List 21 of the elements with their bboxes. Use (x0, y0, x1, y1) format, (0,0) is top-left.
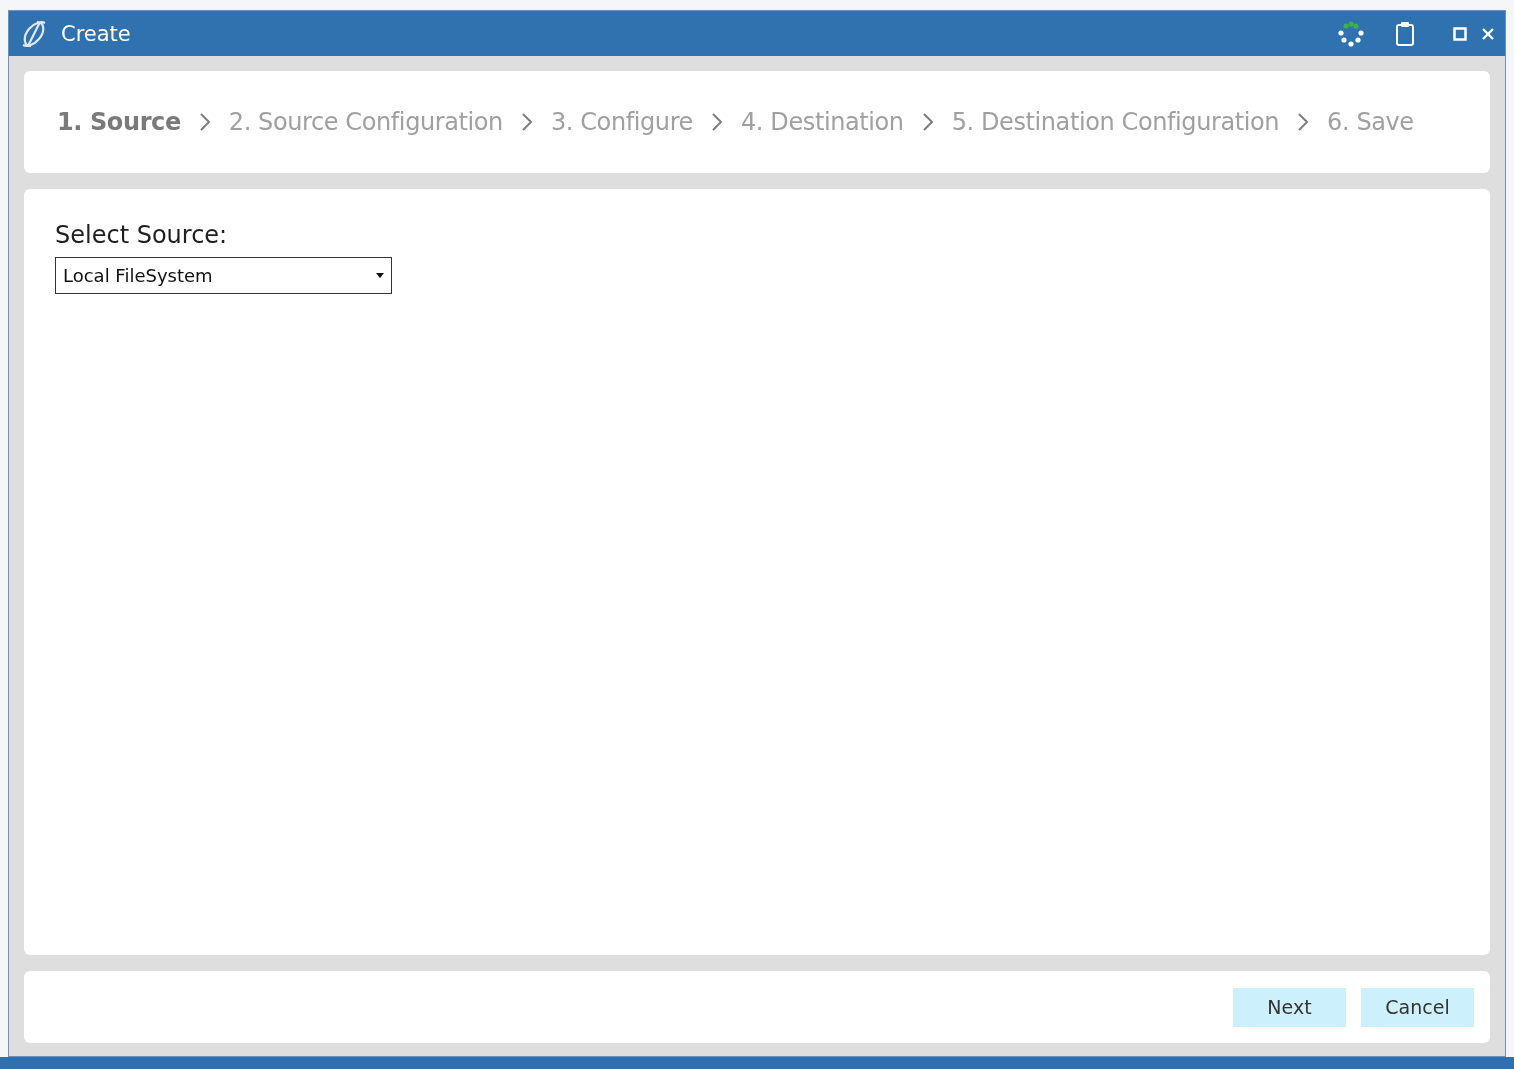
chevron-right-icon (711, 112, 723, 132)
close-icon[interactable] (1481, 26, 1495, 41)
window-title: Create (61, 21, 131, 46)
chevron-right-icon (1297, 112, 1310, 132)
clipboard-icon[interactable] (1395, 20, 1415, 47)
source-dropdown[interactable]: Local FileSystem (55, 257, 392, 294)
wizard-step[interactable]: 3. Configure (550, 108, 693, 136)
chevron-right-icon (520, 112, 533, 132)
next-button[interactable]: Next (1233, 987, 1346, 1027)
dropdown-caret-icon (376, 273, 384, 278)
wizard-step[interactable]: 4. Destination (741, 108, 904, 136)
chevron-right-icon (921, 112, 934, 132)
wizard-step[interactable]: 5. Destination Configuration (951, 108, 1280, 136)
wizard-step[interactable]: 2. Source Configuration (228, 108, 503, 136)
chevron-right-icon (198, 112, 211, 132)
loading-spinner-icon (1337, 19, 1365, 48)
cancel-button[interactable]: Cancel (1361, 987, 1474, 1027)
select-source-label: Select Source: (55, 221, 228, 249)
maximize-icon[interactable] (1453, 26, 1467, 41)
wizard-step[interactable]: 6. Save (1327, 108, 1414, 136)
wizard-step[interactable]: 1. Source (57, 108, 181, 136)
